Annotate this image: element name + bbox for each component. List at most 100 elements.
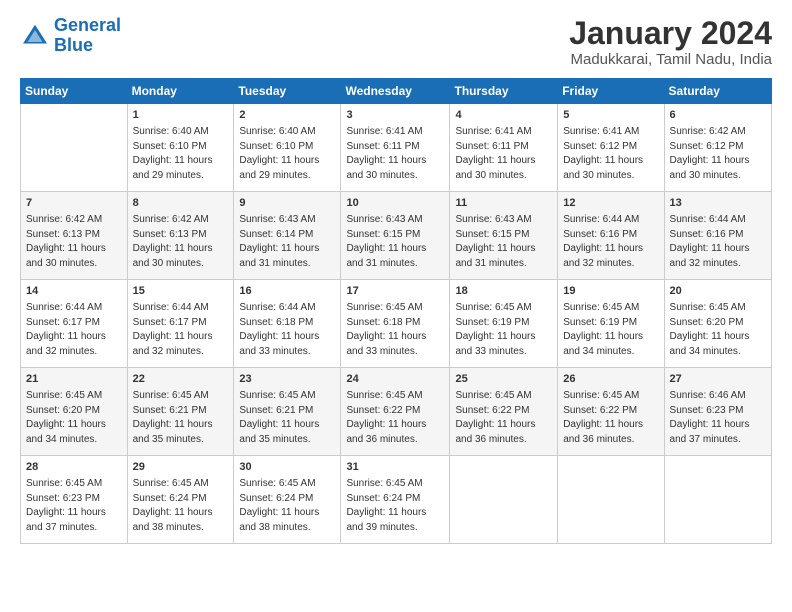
sunset-text: Sunset: 6:15 PM xyxy=(346,228,444,243)
day-number: 4 xyxy=(455,108,552,124)
day-number: 19 xyxy=(563,284,658,300)
sunset-text: Sunset: 6:22 PM xyxy=(455,404,552,419)
day-number: 31 xyxy=(346,460,444,476)
day-number: 12 xyxy=(563,196,658,212)
sunrise-text: Sunrise: 6:45 AM xyxy=(455,389,552,404)
sunset-text: Sunset: 6:18 PM xyxy=(346,316,444,331)
daylight-text: Daylight: 11 hours and 29 minutes. xyxy=(239,154,335,183)
daylight-text: Daylight: 11 hours and 38 minutes. xyxy=(239,506,335,535)
daylight-text: Daylight: 11 hours and 35 minutes. xyxy=(239,418,335,447)
sunset-text: Sunset: 6:12 PM xyxy=(670,140,766,155)
day-header-thursday: Thursday xyxy=(450,79,558,104)
cell-4-1: 29Sunrise: 6:45 AMSunset: 6:24 PMDayligh… xyxy=(127,456,234,544)
sunrise-text: Sunrise: 6:45 AM xyxy=(346,301,444,316)
day-header-saturday: Saturday xyxy=(664,79,771,104)
sunrise-text: Sunrise: 6:44 AM xyxy=(26,301,122,316)
location: Madukkarai, Tamil Nadu, India xyxy=(569,51,772,68)
cell-4-2: 30Sunrise: 6:45 AMSunset: 6:24 PMDayligh… xyxy=(234,456,341,544)
sunset-text: Sunset: 6:17 PM xyxy=(133,316,229,331)
sunrise-text: Sunrise: 6:44 AM xyxy=(133,301,229,316)
cell-2-6: 20Sunrise: 6:45 AMSunset: 6:20 PMDayligh… xyxy=(664,280,771,368)
daylight-text: Daylight: 11 hours and 31 minutes. xyxy=(239,242,335,271)
day-number: 28 xyxy=(26,460,122,476)
day-header-friday: Friday xyxy=(558,79,664,104)
daylight-text: Daylight: 11 hours and 31 minutes. xyxy=(455,242,552,271)
cell-2-1: 15Sunrise: 6:44 AMSunset: 6:17 PMDayligh… xyxy=(127,280,234,368)
daylight-text: Daylight: 11 hours and 36 minutes. xyxy=(563,418,658,447)
daylight-text: Daylight: 11 hours and 30 minutes. xyxy=(26,242,122,271)
sunrise-text: Sunrise: 6:41 AM xyxy=(346,125,444,140)
logo-icon xyxy=(20,21,50,51)
sunrise-text: Sunrise: 6:46 AM xyxy=(670,389,766,404)
sunrise-text: Sunrise: 6:45 AM xyxy=(239,477,335,492)
daylight-text: Daylight: 11 hours and 31 minutes. xyxy=(346,242,444,271)
day-number: 5 xyxy=(563,108,658,124)
cell-2-2: 16Sunrise: 6:44 AMSunset: 6:18 PMDayligh… xyxy=(234,280,341,368)
day-number: 1 xyxy=(133,108,229,124)
sunrise-text: Sunrise: 6:45 AM xyxy=(563,301,658,316)
sunrise-text: Sunrise: 6:45 AM xyxy=(346,477,444,492)
day-number: 8 xyxy=(133,196,229,212)
cell-0-0 xyxy=(21,104,128,192)
daylight-text: Daylight: 11 hours and 30 minutes. xyxy=(133,242,229,271)
sunrise-text: Sunrise: 6:45 AM xyxy=(133,477,229,492)
day-number: 6 xyxy=(670,108,766,124)
day-number: 14 xyxy=(26,284,122,300)
sunrise-text: Sunrise: 6:42 AM xyxy=(133,213,229,228)
daylight-text: Daylight: 11 hours and 34 minutes. xyxy=(670,330,766,359)
day-number: 13 xyxy=(670,196,766,212)
daylight-text: Daylight: 11 hours and 33 minutes. xyxy=(455,330,552,359)
sunset-text: Sunset: 6:24 PM xyxy=(239,492,335,507)
cell-4-0: 28Sunrise: 6:45 AMSunset: 6:23 PMDayligh… xyxy=(21,456,128,544)
sunrise-text: Sunrise: 6:42 AM xyxy=(670,125,766,140)
day-number: 3 xyxy=(346,108,444,124)
cell-1-6: 13Sunrise: 6:44 AMSunset: 6:16 PMDayligh… xyxy=(664,192,771,280)
daylight-text: Daylight: 11 hours and 33 minutes. xyxy=(346,330,444,359)
day-number: 18 xyxy=(455,284,552,300)
week-row-3: 21 Sunrise: 6:45 AM Sunset: 6:20 PM Dayligh… xyxy=(21,368,772,456)
sunset-text: Sunset: 6:22 PM xyxy=(563,404,658,419)
sunset-text: Sunset: 6:23 PM xyxy=(26,492,122,507)
day-header-monday: Monday xyxy=(127,79,234,104)
cell-2-0: 14Sunrise: 6:44 AMSunset: 6:17 PMDayligh… xyxy=(21,280,128,368)
title-area: January 2024 Madukkarai, Tamil Nadu, Ind… xyxy=(569,16,772,68)
sunset-text: Sunset: 6:19 PM xyxy=(563,316,658,331)
sunrise-text: Sunrise: 6:42 AM xyxy=(26,213,122,228)
sunset-text: Sunset: 6:13 PM xyxy=(26,228,122,243)
daylight-text: Daylight: 11 hours and 29 minutes. xyxy=(133,154,229,183)
day-number: 24 xyxy=(346,372,444,388)
cell-3-2: 23Sunrise: 6:45 AMSunset: 6:21 PMDayligh… xyxy=(234,368,341,456)
day-number: 30 xyxy=(239,460,335,476)
day-number: 21 xyxy=(26,372,122,388)
sunset-text: Sunset: 6:19 PM xyxy=(455,316,552,331)
logo-line1: General xyxy=(54,15,121,35)
week-row-1: 7Sunrise: 6:42 AMSunset: 6:13 PMDaylight… xyxy=(21,192,772,280)
cell-3-6: 27Sunrise: 6:46 AMSunset: 6:23 PMDayligh… xyxy=(664,368,771,456)
sunset-text: Sunset: 6:24 PM xyxy=(133,492,229,507)
day-number: 17 xyxy=(346,284,444,300)
day-number: 29 xyxy=(133,460,229,476)
sunset-text: Sunset: 6:17 PM xyxy=(26,316,122,331)
sunrise-text: Sunrise: 6:44 AM xyxy=(239,301,335,316)
week-row-0: 1Sunrise: 6:40 AMSunset: 6:10 PMDaylight… xyxy=(21,104,772,192)
day-number: 23 xyxy=(239,372,335,388)
sunset-text: Sunset: 6:11 PM xyxy=(346,140,444,155)
cell-3-5: 26Sunrise: 6:45 AMSunset: 6:22 PMDayligh… xyxy=(558,368,664,456)
sunset-text: Sunset: 6:24 PM xyxy=(346,492,444,507)
sunrise-text: Sunrise: 6:44 AM xyxy=(670,213,766,228)
sunset-text: Sunset: 6:20 PM xyxy=(670,316,766,331)
cell-1-5: 12Sunrise: 6:44 AMSunset: 6:16 PMDayligh… xyxy=(558,192,664,280)
logo-line2: Blue xyxy=(54,35,93,55)
cell-3-3: 24Sunrise: 6:45 AMSunset: 6:22 PMDayligh… xyxy=(341,368,450,456)
daylight-text: Daylight: 11 hours and 30 minutes. xyxy=(346,154,444,183)
day-number: 22 xyxy=(133,372,229,388)
cell-1-0: 7Sunrise: 6:42 AMSunset: 6:13 PMDaylight… xyxy=(21,192,128,280)
cell-2-4: 18Sunrise: 6:45 AMSunset: 6:19 PMDayligh… xyxy=(450,280,558,368)
cell-0-4: 4Sunrise: 6:41 AMSunset: 6:11 PMDaylight… xyxy=(450,104,558,192)
daylight-text: Daylight: 11 hours and 35 minutes. xyxy=(133,418,229,447)
cell-4-3: 31Sunrise: 6:45 AMSunset: 6:24 PMDayligh… xyxy=(341,456,450,544)
sunset-text: Sunset: 6:20 PM xyxy=(26,404,122,419)
week-row-2: 14Sunrise: 6:44 AMSunset: 6:17 PMDayligh… xyxy=(21,280,772,368)
sunrise-text: Sunrise: 6:40 AM xyxy=(133,125,229,140)
cell-1-3: 10Sunrise: 6:43 AMSunset: 6:15 PMDayligh… xyxy=(341,192,450,280)
